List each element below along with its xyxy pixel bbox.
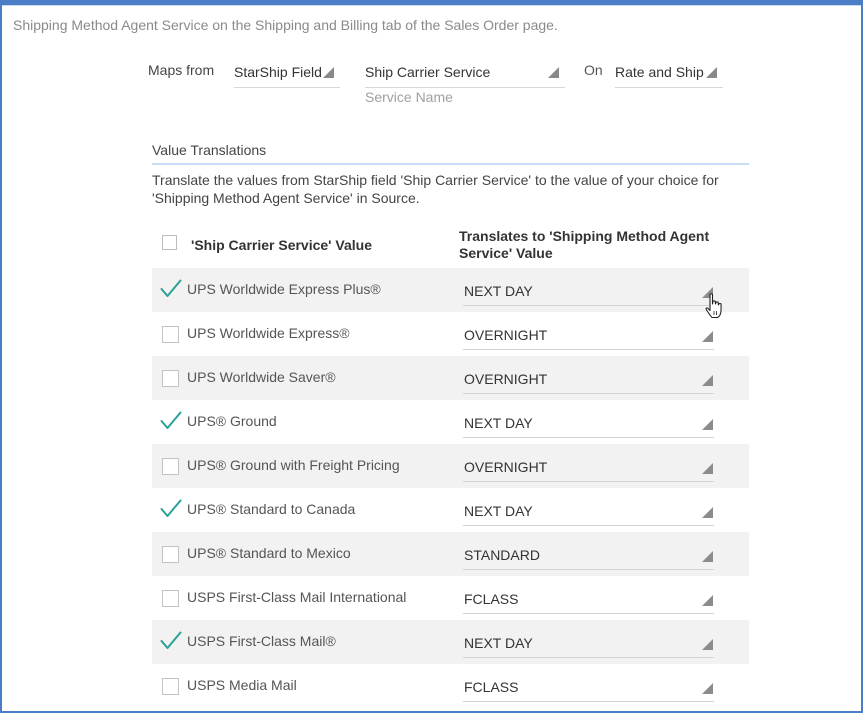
row-checkbox[interactable]: [162, 326, 179, 343]
row-source-value: USPS First-Class Mail International: [187, 589, 407, 605]
table-header: 'Ship Carrier Service' Value Translates …: [152, 224, 749, 268]
row-checkbox[interactable]: [162, 678, 179, 695]
table-row: USPS First-Class Mail® NEXT DAY: [152, 620, 749, 664]
row-target-select[interactable]: NEXT DAY: [463, 276, 714, 306]
dropdown-icon: [702, 507, 713, 518]
dropdown-icon: [702, 551, 713, 562]
dropdown-icon: [702, 331, 713, 342]
table-row: UPS® Ground with Freight Pricing OVERNIGH…: [152, 444, 749, 488]
row-source-value: UPS® Standard to Canada: [187, 501, 356, 517]
mapping-row: Maps from StarShip Field Ship Carrier Se…: [0, 60, 863, 110]
column-header-target-value: Translates to 'Shipping Method Agent Ser…: [459, 228, 710, 261]
row-checkbox[interactable]: [162, 458, 179, 475]
row-target-select[interactable]: OVERNIGHT: [463, 320, 714, 350]
section-divider: [152, 163, 749, 165]
source-type-select[interactable]: StarShip Field: [234, 60, 340, 88]
row-target-value: OVERNIGHT: [464, 327, 548, 343]
row-source-value: UPS Worldwide Express®: [187, 325, 350, 341]
event-value: Rate and Ship: [615, 64, 704, 80]
row-source-value: UPS® Standard to Mexico: [187, 545, 351, 561]
row-source-value: USPS Media Mail: [187, 677, 297, 693]
dropdown-icon: [702, 683, 713, 694]
row-checkbox[interactable]: [162, 546, 179, 563]
row-target-select[interactable]: OVERNIGHT: [463, 452, 714, 482]
row-target-value: NEXT DAY: [464, 415, 533, 431]
dropdown-icon: [706, 67, 717, 78]
table-row: USPS Media Mail FCLASS: [152, 664, 749, 708]
column-header-source-value: 'Ship Carrier Service' Value: [191, 237, 372, 253]
row-target-select[interactable]: FCLASS: [463, 584, 714, 614]
dropdown-icon: [548, 67, 559, 78]
source-field-select[interactable]: Ship Carrier Service: [365, 60, 565, 88]
hand-pointer-cursor-icon: [705, 293, 722, 319]
row-target-select[interactable]: FCLASS: [463, 672, 714, 702]
section-description: Translate the values from StarShip field…: [152, 172, 719, 206]
dropdown-icon: [702, 639, 713, 650]
row-source-value: USPS First-Class Mail®: [187, 633, 336, 649]
row-target-select[interactable]: STANDARD: [463, 540, 714, 570]
row-source-value: UPS® Ground: [187, 413, 277, 429]
table-row: UPS Worldwide Saver® OVERNIGHT: [152, 356, 749, 400]
source-field-subtitle: Service Name: [365, 89, 453, 105]
row-target-select[interactable]: OVERNIGHT: [463, 364, 714, 394]
row-source-value: UPS Worldwide Express Plus®: [187, 281, 381, 297]
checkmark-icon[interactable]: [160, 410, 182, 432]
row-target-value: NEXT DAY: [464, 283, 533, 299]
checkmark-icon[interactable]: [160, 498, 182, 520]
row-target-value: FCLASS: [464, 679, 519, 695]
dropdown-icon: [323, 67, 334, 78]
table-row: UPS Worldwide Express Plus® NEXT DAY: [152, 268, 749, 312]
row-target-select[interactable]: NEXT DAY: [463, 496, 714, 526]
row-checkbox[interactable]: [162, 590, 179, 607]
row-target-value: STANDARD: [464, 547, 540, 563]
row-source-value: UPS Worldwide Saver®: [187, 369, 336, 385]
dropdown-icon: [702, 419, 713, 430]
table-row: USPS First-Class Mail International FCLAS…: [152, 576, 749, 620]
row-target-value: FCLASS: [464, 591, 519, 607]
table-row: UPS® Standard to Canada NEXT DAY: [152, 488, 749, 532]
table-row: UPS® Ground NEXT DAY: [152, 400, 749, 444]
row-target-value: OVERNIGHT: [464, 371, 548, 387]
dropdown-icon: [702, 463, 713, 474]
dropdown-icon: [702, 375, 713, 386]
row-target-value: NEXT DAY: [464, 503, 533, 519]
dropdown-icon: [702, 595, 713, 606]
source-field-value: Ship Carrier Service: [365, 64, 491, 80]
row-target-value: OVERNIGHT: [464, 459, 548, 475]
select-all-checkbox[interactable]: [162, 235, 177, 250]
translation-table: UPS Worldwide Express Plus® NEXT DAY UPS W…: [152, 268, 749, 708]
on-label: On: [584, 62, 603, 78]
event-select[interactable]: Rate and Ship: [615, 60, 723, 88]
breadcrumb: Shipping Method Agent Service on the Shi…: [13, 17, 558, 33]
checkmark-icon[interactable]: [160, 630, 182, 652]
row-target-value: NEXT DAY: [464, 635, 533, 651]
maps-from-label: Maps from: [148, 62, 215, 78]
row-target-select[interactable]: NEXT DAY: [463, 628, 714, 658]
source-type-value: StarShip Field: [234, 64, 322, 80]
checkmark-icon[interactable]: [160, 278, 182, 300]
table-row: UPS Worldwide Express® OVERNIGHT: [152, 312, 749, 356]
row-source-value: UPS® Ground with Freight Pricing: [187, 457, 400, 473]
table-row: UPS® Standard to Mexico STANDARD: [152, 532, 749, 576]
section-title: Value Translations: [152, 142, 267, 158]
row-target-select[interactable]: NEXT DAY: [463, 408, 714, 438]
row-checkbox[interactable]: [162, 370, 179, 387]
